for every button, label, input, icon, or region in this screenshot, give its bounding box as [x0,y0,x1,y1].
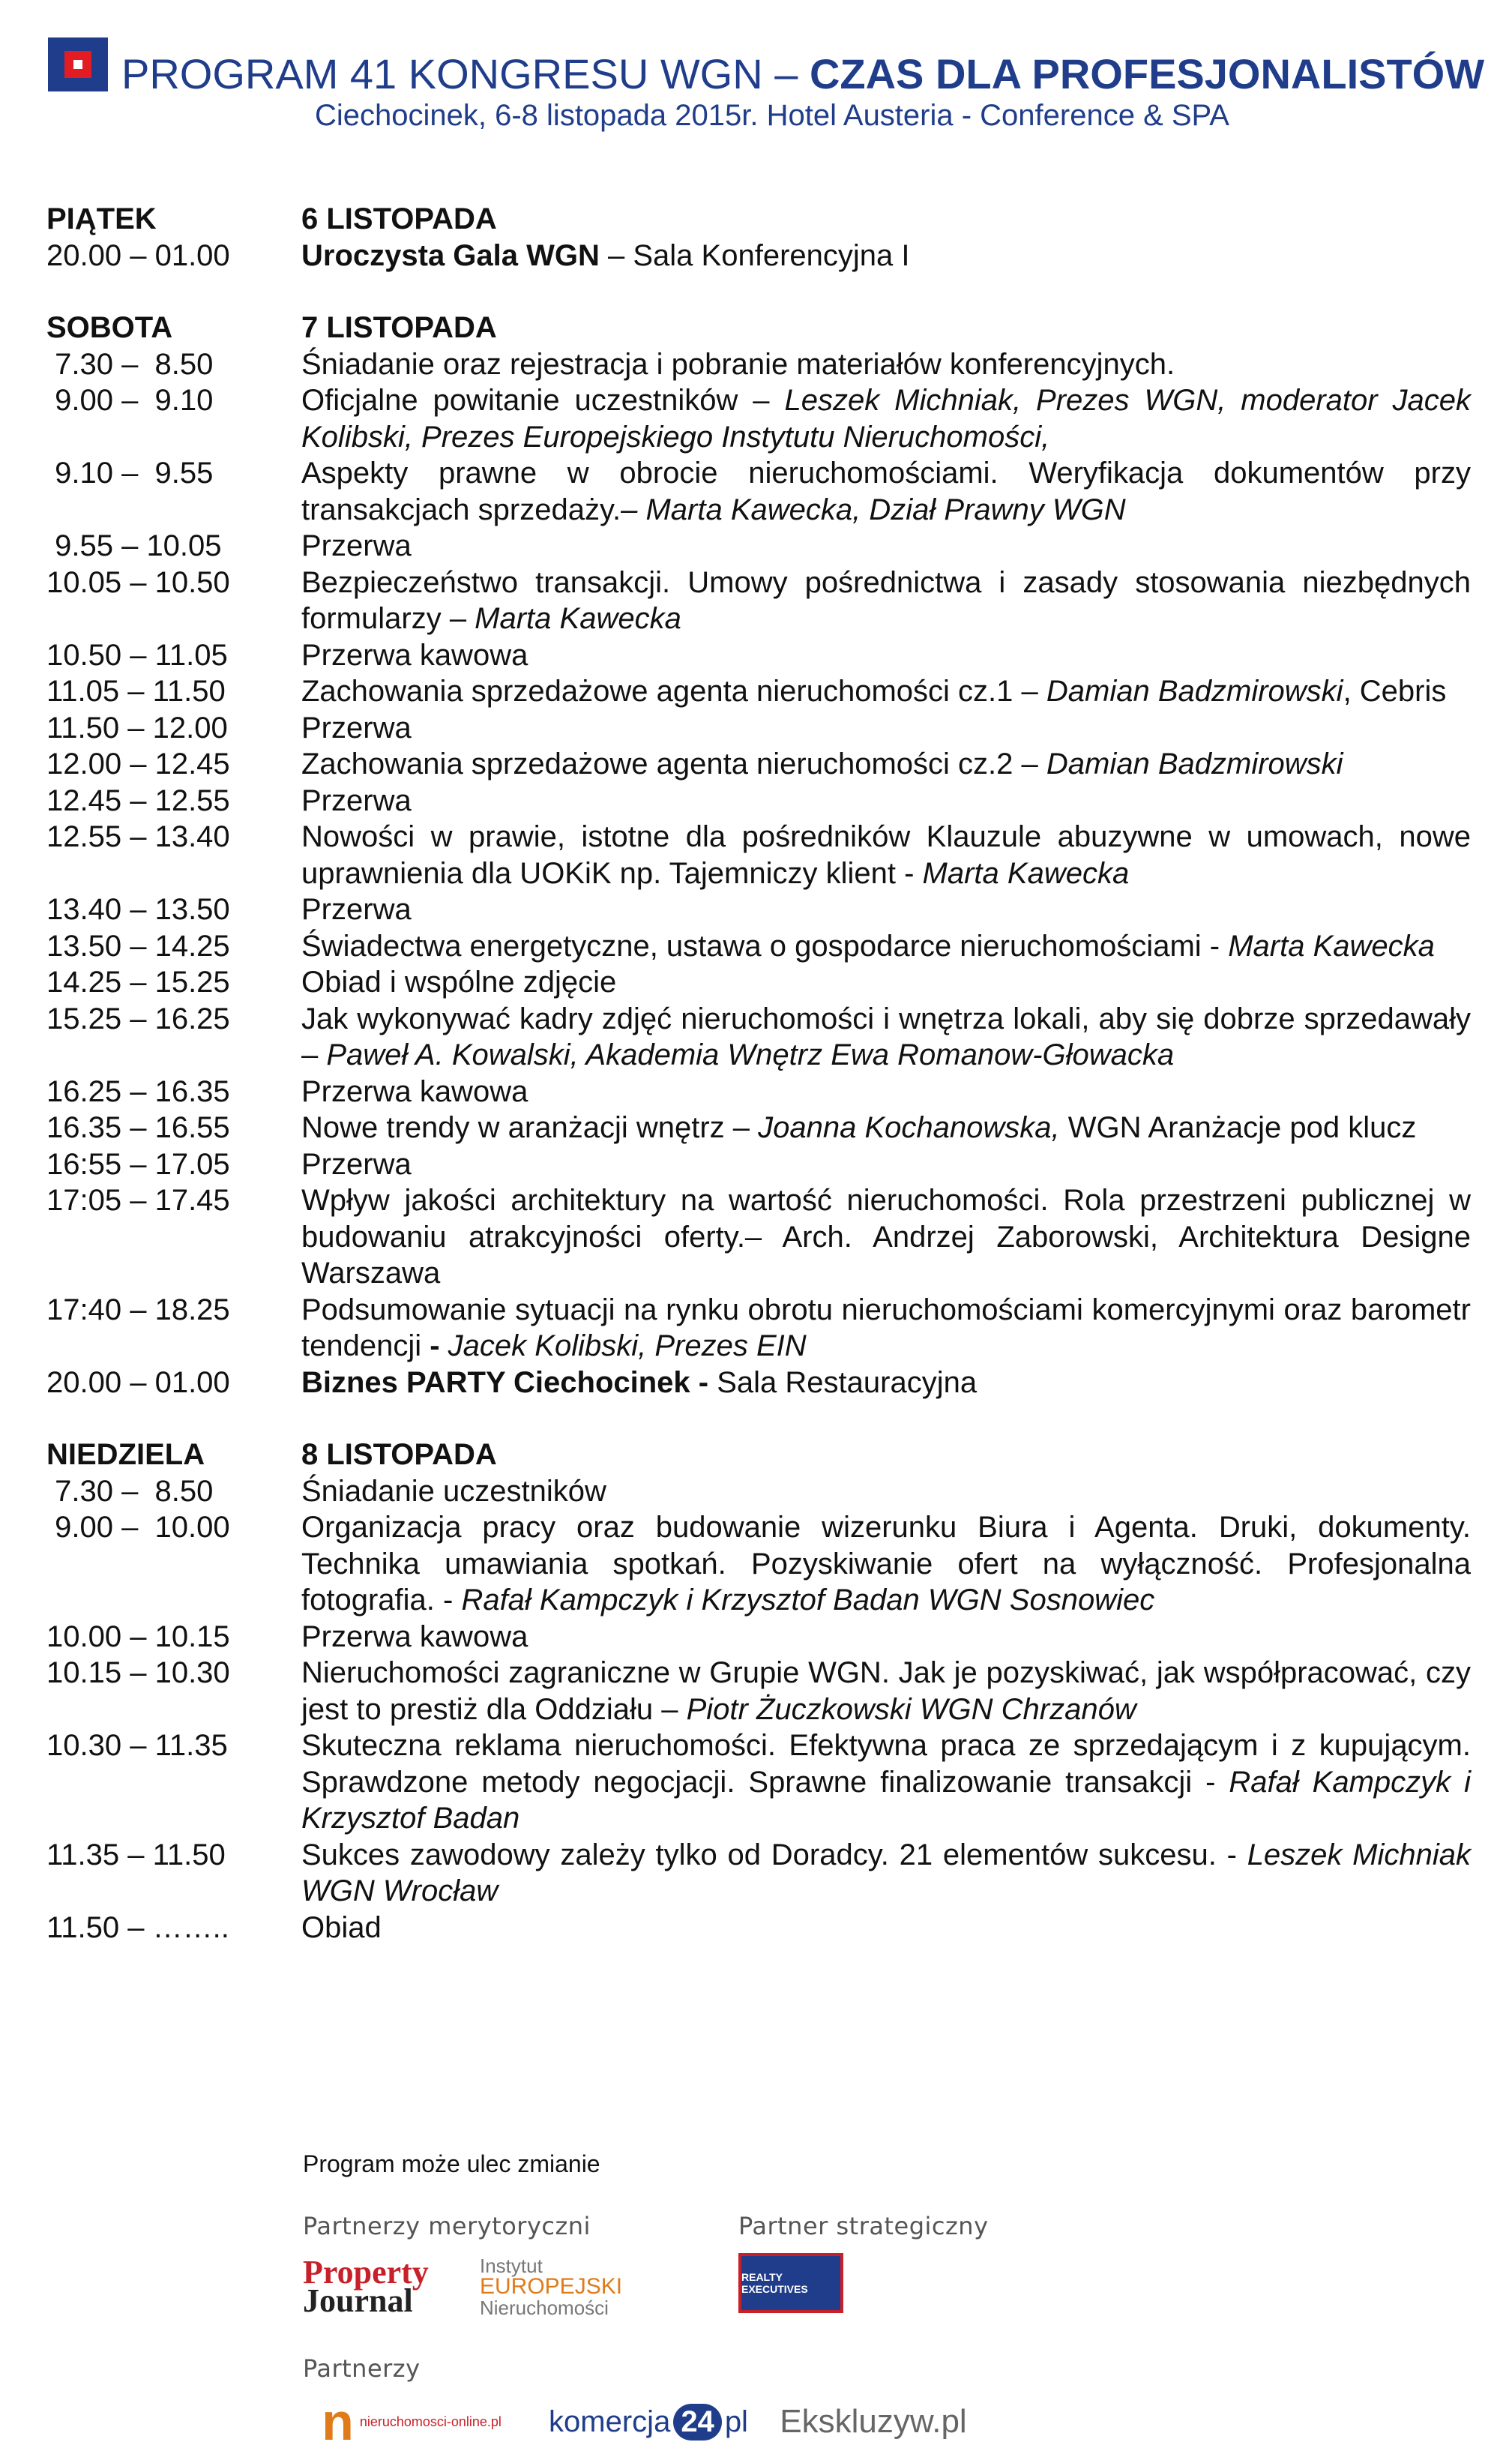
program-row: 20.00 – 01.00 Uroczysta Gala WGN – Sala K… [46,238,910,272]
property-journal-logo: Property Journal [303,2254,429,2319]
program-row: 10.15 – 10.30 Nieruchomości zagraniczne w… [46,1656,1471,1726]
program-row: 12.00 – 12.45 Zachowania sprzedażowe agen… [46,748,1343,781]
program-row: 16.35 – 16.55 Nowe trendy w aranżacji wnę… [46,1111,1417,1144]
program: PIĄTEK 6 LISTOPADA 20.00 – 01.00 Uroczysta… [46,201,1471,1946]
program-row: 14.25 – 15.25 Obiad i wspólne zdjęcie [46,966,617,999]
realty-executives-logo: REALTY EXECUTIVES [738,2253,843,2313]
day-header-sunday: NIEDZIELA 8 LISTOPADA [46,1438,497,1471]
instytut-europejski-logo: Instytut EUROPEJSKI Nieruchomości [480,2255,623,2319]
program-row: 10.00 – 10.15 Przerwa kawowa [46,1620,528,1653]
program-row: 7.30 – 8.50 Śniadanie oraz rejestracja i … [46,347,1175,381]
program-row: 20.00 – 01.00 Biznes PARTY Ciechocinek - … [46,1365,978,1399]
program-row: 11.05 – 11.50 Zachowania sprzedażowe agen… [46,675,1447,708]
program-row: 13.50 – 14.25 Świadectwa energetyczne, us… [46,929,1435,963]
wgn-logo [48,37,108,91]
partner-strategic-label: Partner strategiczny [738,2212,989,2240]
page-subtitle: Ciechocinek, 6-8 listopada 2015r. Hotel … [315,99,1229,132]
program-row: 17:40 – 18.25 Podsumowanie sytuacji na ry… [46,1293,1471,1363]
page-title: PROGRAM 41 KONGRESU WGN – CZAS DLA PROFE… [121,50,1485,97]
program-row: 9.55 – 10.05 Przerwa [46,529,412,562]
program-row: 9.10 – 9.55 Aspekty prawne w obrocie nier… [46,457,1471,526]
program-row: 10.30 – 11.35 Skuteczna reklama nieruchom… [46,1729,1471,1835]
program-row: 13.40 – 13.50 Przerwa [46,893,412,926]
program-row: 11.35 – 11.50 Sukces zawodowy zależy tylk… [46,1838,1472,1908]
program-row: 16:55 – 17.05 Przerwa [46,1147,412,1181]
day-header-friday: PIĄTEK 6 LISTOPADA [46,202,497,235]
komercja24-logo: komercja 24 pl [540,2396,757,2448]
partners-label: Partnerzy [303,2354,421,2383]
change-note: Program może ulec zmianie [303,2150,600,2177]
program-row: 9.00 – 10.00 Organizacja pracy oraz budow… [46,1511,1471,1617]
program-row: 11.50 – …….. Obiad [46,1910,382,1944]
program-row: 12.45 – 12.55 Przerwa [46,784,412,817]
ekskluzyw-logo: Ekskluzyw.pl [780,2403,967,2440]
program-row: 10.50 – 11.05 Przerwa kawowa [46,638,528,672]
program-row: 12.55 – 13.40 Nowości w prawie, istotne d… [46,820,1471,890]
program-row: 15.25 – 16.25 Jak wykonywać kadry zdjęć n… [46,1002,1471,1072]
program-row: 17:05 – 17.45 Wpływ jakości architektury … [46,1184,1471,1290]
program-row: 7.30 – 8.50 Śniadanie uczestników [46,1474,606,1508]
partners-merit-label: Partnerzy merytoryczni [303,2212,591,2240]
nieruchomosci-online-logo: n nieruchomosci-online.pl [322,2393,502,2451]
program-row: 11.50 – 12.00 Przerwa [46,711,412,745]
day-header-saturday: SOBOTA 7 LISTOPADA [46,311,497,344]
program-row: 16.25 – 16.35 Przerwa kawowa [46,1074,528,1108]
program-row: 9.00 – 9.10 Oficjalne powitanie uczestnik… [46,384,1471,454]
program-row: 10.05 – 10.50 Bezpieczeństwo transakcji. … [46,565,1471,636]
